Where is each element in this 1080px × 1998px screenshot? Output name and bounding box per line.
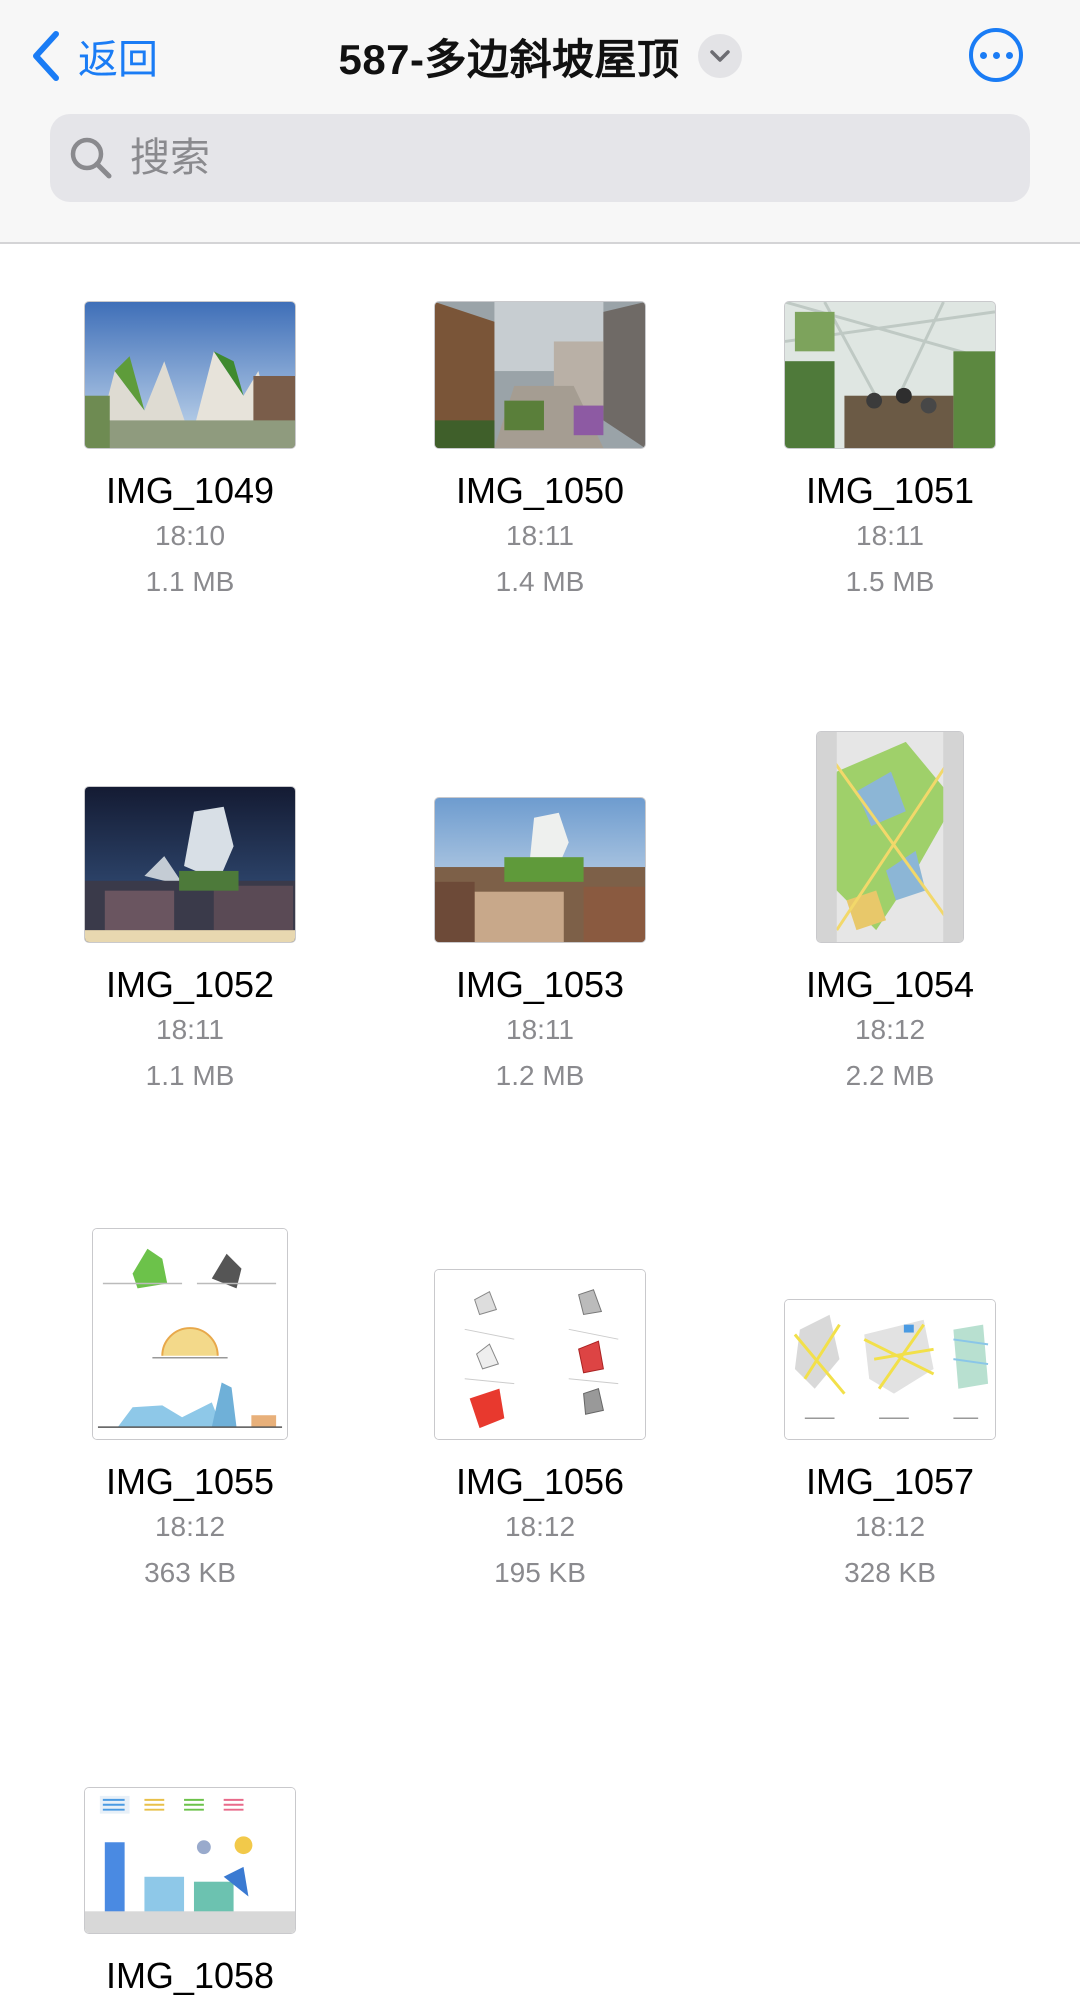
- navigation-header: 返回 587-多边斜坡屋顶: [0, 0, 1080, 244]
- file-thumbnail: [784, 301, 996, 449]
- dot: [992, 51, 1000, 59]
- thumbnail-area: [750, 234, 1030, 449]
- file-size: 1.1 MB: [145, 1060, 235, 1091]
- file-time: 18:12: [154, 1511, 226, 1542]
- file-thumbnail: [816, 731, 964, 943]
- thumbnail-area: [750, 1225, 1030, 1440]
- file-item[interactable]: IMG_1055 18:12 363 KB: [50, 1225, 330, 1596]
- file-name: IMG_1054: [805, 964, 975, 1005]
- file-thumbnail: [84, 786, 296, 943]
- file-item[interactable]: IMG_1058: [50, 1719, 330, 1998]
- file-time: 18:12: [504, 1511, 576, 1542]
- file-name: IMG_1057: [805, 1461, 975, 1502]
- dot: [979, 51, 987, 59]
- file-name: IMG_1056: [455, 1461, 625, 1502]
- file-item[interactable]: IMG_1051 18:11 1.5 MB: [750, 234, 1030, 605]
- file-name: IMG_1058: [105, 1955, 275, 1996]
- file-thumbnail: [92, 1228, 288, 1440]
- file-thumbnail: [784, 1299, 996, 1440]
- chevron-down-icon: [709, 50, 730, 62]
- file-name: IMG_1053: [455, 964, 625, 1005]
- file-time: 18:12: [854, 1511, 926, 1542]
- thumbnail-area: [50, 1719, 330, 1934]
- file-time: 18:11: [856, 520, 924, 551]
- file-time: 18:10: [154, 520, 226, 551]
- file-size: 1.1 MB: [145, 566, 235, 597]
- thumbnail-area: [50, 1225, 330, 1440]
- file-item[interactable]: IMG_1049 18:10 1.1 MB: [50, 234, 330, 605]
- file-time: 18:12: [854, 1014, 926, 1045]
- file-item[interactable]: IMG_1052 18:11 1.1 MB: [50, 728, 330, 1099]
- file-thumbnail: [434, 301, 646, 449]
- dot: [1005, 51, 1013, 59]
- thumbnail-area: [400, 1225, 680, 1440]
- file-size: 328 KB: [844, 1557, 936, 1588]
- file-item[interactable]: IMG_1050 18:11 1.4 MB: [400, 234, 680, 605]
- file-name: IMG_1055: [105, 1461, 275, 1502]
- file-thumbnail: [434, 797, 646, 943]
- search-input[interactable]: [128, 134, 992, 182]
- thumbnail-area: [50, 234, 330, 449]
- file-time: 18:11: [506, 520, 574, 551]
- file-thumbnail: [434, 1269, 646, 1440]
- file-item[interactable]: IMG_1057 18:12 328 KB: [750, 1225, 1030, 1596]
- thumbnail-area: [400, 234, 680, 449]
- file-item[interactable]: IMG_1056 18:12 195 KB: [400, 1225, 680, 1596]
- file-size: 1.2 MB: [495, 1060, 585, 1091]
- file-name: IMG_1051: [805, 470, 975, 511]
- thumbnail-area: [50, 728, 330, 943]
- file-size: 1.5 MB: [845, 566, 935, 597]
- file-size: 195 KB: [494, 1557, 586, 1588]
- file-item[interactable]: IMG_1053 18:11 1.2 MB: [400, 728, 680, 1099]
- file-thumbnail: [84, 301, 296, 449]
- search-icon: [70, 137, 112, 179]
- file-size: 2.2 MB: [845, 1060, 935, 1091]
- file-name: IMG_1050: [455, 470, 625, 511]
- file-name: IMG_1052: [105, 964, 275, 1005]
- more-options-button[interactable]: [969, 28, 1023, 82]
- title-area: 587-多边斜坡屋顶: [0, 24, 1080, 88]
- file-size: 363 KB: [144, 1557, 236, 1588]
- file-name: IMG_1049: [105, 470, 275, 511]
- folder-title: 587-多边斜坡屋顶: [338, 35, 680, 83]
- file-item[interactable]: IMG_1054 18:12 2.2 MB: [750, 728, 1030, 1099]
- file-size: 1.4 MB: [495, 566, 585, 597]
- thumbnail-area: [400, 728, 680, 943]
- file-thumbnail: [84, 1787, 296, 1934]
- thumbnail-area: [750, 728, 1030, 943]
- file-time: 18:11: [506, 1014, 574, 1045]
- title-menu-button[interactable]: [697, 34, 742, 78]
- search-bar[interactable]: [50, 114, 1030, 202]
- file-time: 18:11: [156, 1014, 224, 1045]
